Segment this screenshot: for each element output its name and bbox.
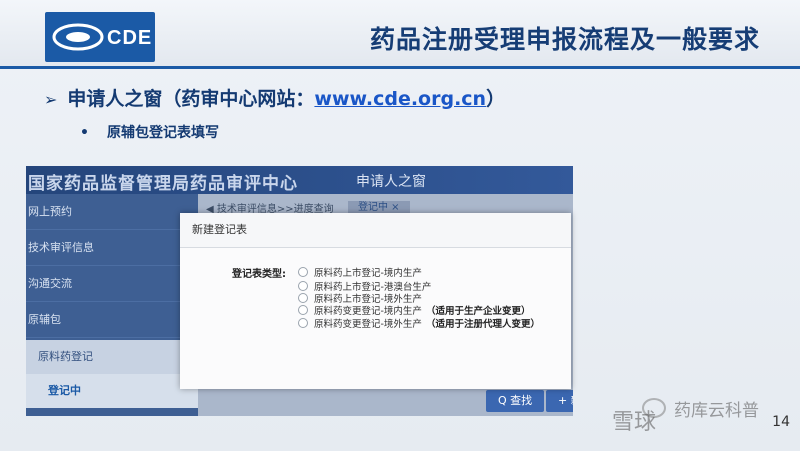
sidebar-subitem-api-registration[interactable]: 原料药登记 bbox=[26, 340, 198, 374]
bullet-1-suffix: ） bbox=[486, 88, 506, 110]
screenshot-sidebar: 网上预约 技术审评信息 沟通交流 原辅包 原料药登记 登记中 bbox=[26, 194, 198, 416]
option-change-overseas[interactable]: 原料药变更登记-境外生产 （适用于注册代理人变更） bbox=[298, 318, 540, 330]
radio-icon[interactable] bbox=[298, 318, 308, 328]
cde-logo-icon bbox=[52, 23, 104, 51]
registration-type-label: 登记表类型: bbox=[232, 269, 286, 280]
screenshot-banner: 国家药品监督管理局药品审评中心 申请人之窗 bbox=[26, 166, 573, 194]
sidebar-item-excipients[interactable]: 原辅包 bbox=[26, 302, 198, 338]
arrow-bullet-icon: ➢ bbox=[44, 90, 58, 109]
org-title: 国家药品监督管理局药品审评中心 bbox=[28, 174, 298, 194]
radio-icon[interactable] bbox=[298, 281, 308, 291]
watermark-xueqiu: 雪球 bbox=[612, 410, 657, 435]
sidebar-item-communication[interactable]: 沟通交流 bbox=[26, 266, 198, 302]
dot-bullet-icon: • bbox=[80, 125, 89, 141]
bullet-1-label: 申请人之窗（药审中心网站： bbox=[67, 88, 315, 110]
option-api-domestic[interactable]: 原料药上市登记-境内生产 bbox=[298, 267, 422, 279]
query-button[interactable]: Q 查找 bbox=[486, 390, 545, 412]
option-api-overseas[interactable]: 原料药上市登记-境外生产 bbox=[298, 293, 422, 305]
window-title: 申请人之窗 bbox=[356, 174, 426, 190]
slide-header: CDE 药品注册受理申报流程及一般要求 bbox=[0, 0, 800, 66]
logo-text: CDE bbox=[107, 27, 153, 49]
new-button[interactable]: + 新建 bbox=[546, 390, 573, 412]
radio-icon[interactable] bbox=[298, 293, 308, 303]
sidebar-subitem-registering[interactable]: 登记中 bbox=[26, 374, 198, 408]
cde-website-link[interactable]: www.cde.org.cn bbox=[314, 88, 486, 110]
page-number: 14 bbox=[772, 414, 790, 430]
watermark-yaoku: 药库云科普 bbox=[674, 401, 759, 421]
slide-title: 药品注册受理申报流程及一般要求 bbox=[369, 25, 760, 54]
sidebar-item-review-info[interactable]: 技术审评信息 bbox=[26, 230, 198, 266]
new-registration-modal: 新建登记表 登记表类型: 原料药上市登记-境内生产 原料药上市登记-港澳台生产 … bbox=[180, 213, 571, 389]
sidebar-item-appointment[interactable]: 网上预约 bbox=[26, 194, 198, 230]
radio-icon[interactable] bbox=[298, 267, 308, 277]
bullet-2-label: 原辅包登记表填写 bbox=[106, 125, 219, 141]
header-divider bbox=[0, 66, 800, 69]
radio-icon[interactable] bbox=[298, 305, 308, 315]
bullet-registration-form: • 原辅包登记表填写 bbox=[80, 122, 219, 142]
modal-title: 新建登记表 bbox=[180, 213, 571, 248]
option-change-domestic[interactable]: 原料药变更登记-境内生产 （适用于生产企业变更） bbox=[298, 305, 530, 317]
bullet-applicant-window: ➢ 申请人之窗（药审中心网站：www.cde.org.cn） bbox=[44, 84, 505, 111]
option-api-hk-macao-taiwan[interactable]: 原料药上市登记-港澳台生产 bbox=[298, 281, 431, 293]
cde-logo: CDE bbox=[45, 12, 155, 62]
